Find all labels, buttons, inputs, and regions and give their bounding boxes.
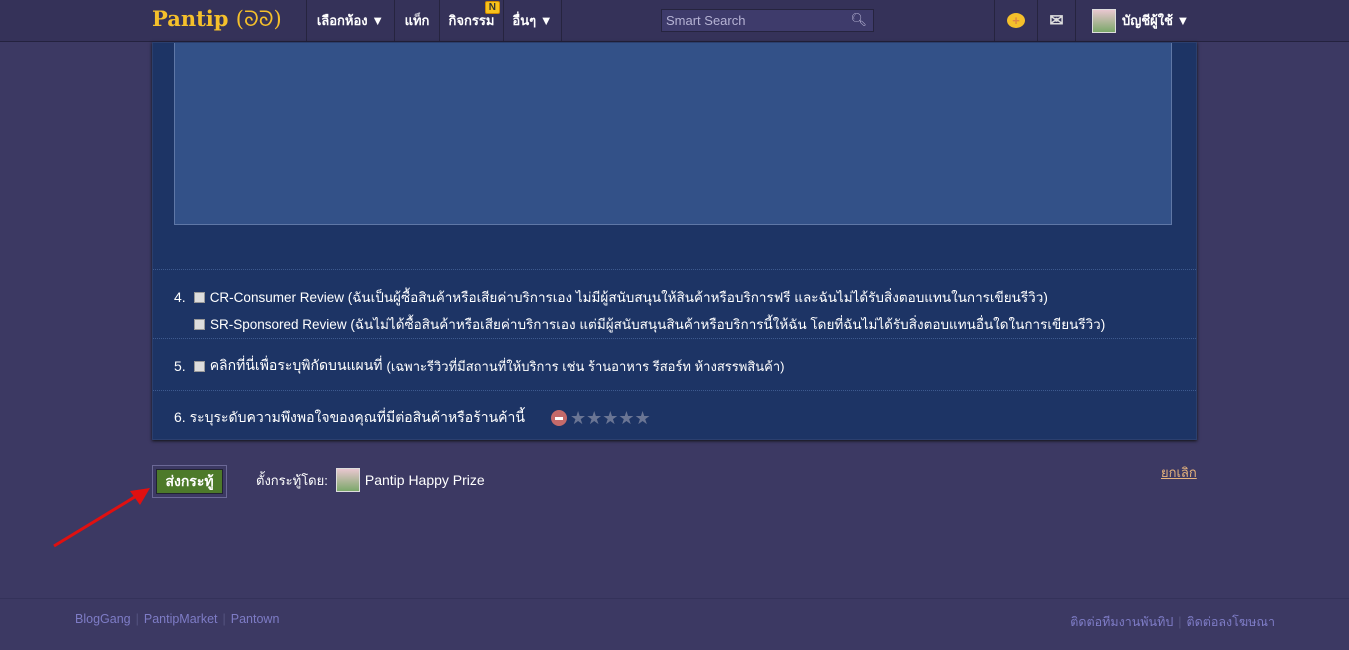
star-icon[interactable]: ★ (618, 409, 634, 427)
footer-left-links: BlogGang | PantipMarket | Pantown (75, 612, 280, 626)
footer-divider (0, 598, 1349, 599)
q6-rating: 6. ระบุระดับความพึงพอใจของคุณที่มีต่อสิน… (174, 408, 651, 428)
star-icon[interactable]: ★ (635, 409, 651, 427)
nav-choose-room[interactable]: เลือกห้อง ▼ (306, 0, 394, 41)
divider (153, 269, 1196, 270)
messages-button[interactable]: ✉ (1037, 0, 1076, 41)
search-icon[interactable]: 🔍︎ (850, 12, 867, 28)
top-navbar: Pantip (ᘐᘐ) เลือกห้อง ▼ แท็ก กิจกรรม N อื… (0, 0, 1349, 42)
q4-consumer-review[interactable]: 4. CR-Consumer Review (ฉันเป็นผู้ซื้อสินค… (174, 286, 1048, 308)
q5-map-location[interactable]: 5. คลิกที่นี่เพื่อระบุพิกัดบนแผนที่ (เฉพาะ… (174, 355, 784, 377)
star-icon[interactable]: ★ (602, 409, 618, 427)
sr-checkbox[interactable] (194, 318, 205, 330)
star-icon[interactable]: ★ (570, 409, 586, 427)
cancel-link[interactable]: ยกเลิก (1161, 462, 1197, 483)
footer-link-advertise[interactable]: ติดต่อลงโฆษณา (1187, 615, 1275, 629)
nav-activities[interactable]: กิจกรรม N (439, 0, 503, 41)
account-menu[interactable]: บัญชีผู้ใช้ ▼ (1092, 0, 1189, 41)
search-input[interactable]: Smart Search 🔍︎ (661, 9, 874, 32)
content-textarea[interactable] (174, 43, 1172, 225)
pantip-logo[interactable]: Pantip (ᘐᘐ) (152, 6, 282, 32)
red-arrow-annotation (53, 488, 150, 548)
q4-sponsored-review[interactable]: SR-Sponsored Review (ฉันไม่ได้ซื้อสินค้า… (194, 313, 1105, 335)
mail-icon: ✉ (1049, 10, 1064, 30)
footer-link-pantipmarket[interactable]: PantipMarket (144, 612, 218, 626)
submit-topic-button[interactable]: ส่งกระทู้ (152, 465, 227, 498)
review-form-panel: 4. CR-Consumer Review (ฉันเป็นผู้ซื้อสินค… (152, 42, 1197, 440)
new-badge: N (484, 1, 500, 14)
posted-by: ตั้งกระทู้โดย: Pantip Happy Prize (256, 468, 485, 492)
footer-link-bloggang[interactable]: BlogGang (75, 612, 131, 626)
footer-link-pantown[interactable]: Pantown (231, 612, 280, 626)
poster-avatar (335, 468, 360, 492)
footer-right-links: ติดต่อทีมงานพันทิป | ติดต่อลงโฆษณา (1070, 615, 1275, 629)
star-icon[interactable]: ★ (586, 409, 602, 427)
divider (153, 390, 1196, 391)
nav-others[interactable]: อื่นๆ ▼ (503, 0, 562, 41)
map-checkbox[interactable] (193, 360, 205, 372)
add-chat-icon: + (1007, 13, 1025, 28)
avatar (1092, 8, 1116, 33)
divider (153, 338, 1196, 339)
cr-checkbox[interactable] (193, 291, 205, 303)
clear-rating-icon[interactable] (550, 410, 567, 426)
new-topic-button[interactable]: + (994, 0, 1037, 41)
footer-link-contact[interactable]: ติดต่อทีมงานพันทิป (1070, 615, 1173, 629)
nav-tags[interactable]: แท็ก (394, 0, 439, 41)
